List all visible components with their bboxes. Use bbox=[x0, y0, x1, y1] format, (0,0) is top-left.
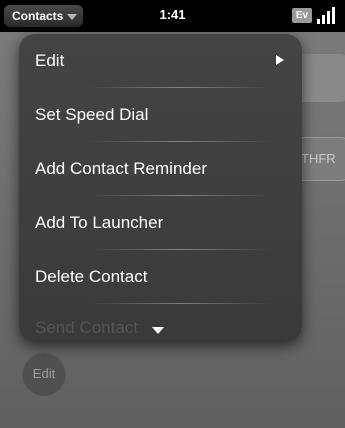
app-menu-popup: Edit Set Speed Dial Add Contact Reminder… bbox=[19, 34, 302, 342]
menu-item-label: Delete Contact bbox=[35, 267, 148, 286]
submenu-arrow-icon bbox=[276, 55, 284, 65]
scroll-down-icon bbox=[152, 327, 164, 334]
signal-strength-icon bbox=[317, 6, 341, 24]
menu-item-add-to-launcher[interactable]: Add To Launcher bbox=[19, 196, 302, 250]
menu-item-label-faded: Send Contact bbox=[35, 318, 139, 337]
edit-button[interactable]: Edit bbox=[22, 352, 66, 396]
menu-item-label: Edit bbox=[35, 51, 65, 70]
menu-item-label: Set Speed Dial bbox=[35, 105, 149, 124]
menu-item-edit[interactable]: Edit bbox=[19, 34, 302, 88]
menu-item-label: Add Contact Reminder bbox=[35, 159, 207, 178]
menu-item-set-speed-dial[interactable]: Set Speed Dial bbox=[19, 88, 302, 142]
menu-item-delete-contact[interactable]: Delete Contact bbox=[19, 250, 302, 304]
menu-scroll-indicator[interactable]: Send Contact bbox=[19, 304, 302, 342]
menu-item-label: Add To Launcher bbox=[35, 213, 164, 232]
status-bar: Contacts 1:41 Ev bbox=[0, 0, 345, 32]
menu-item-add-contact-reminder[interactable]: Add Contact Reminder bbox=[19, 142, 302, 196]
network-type-badge: Ev bbox=[292, 8, 312, 23]
